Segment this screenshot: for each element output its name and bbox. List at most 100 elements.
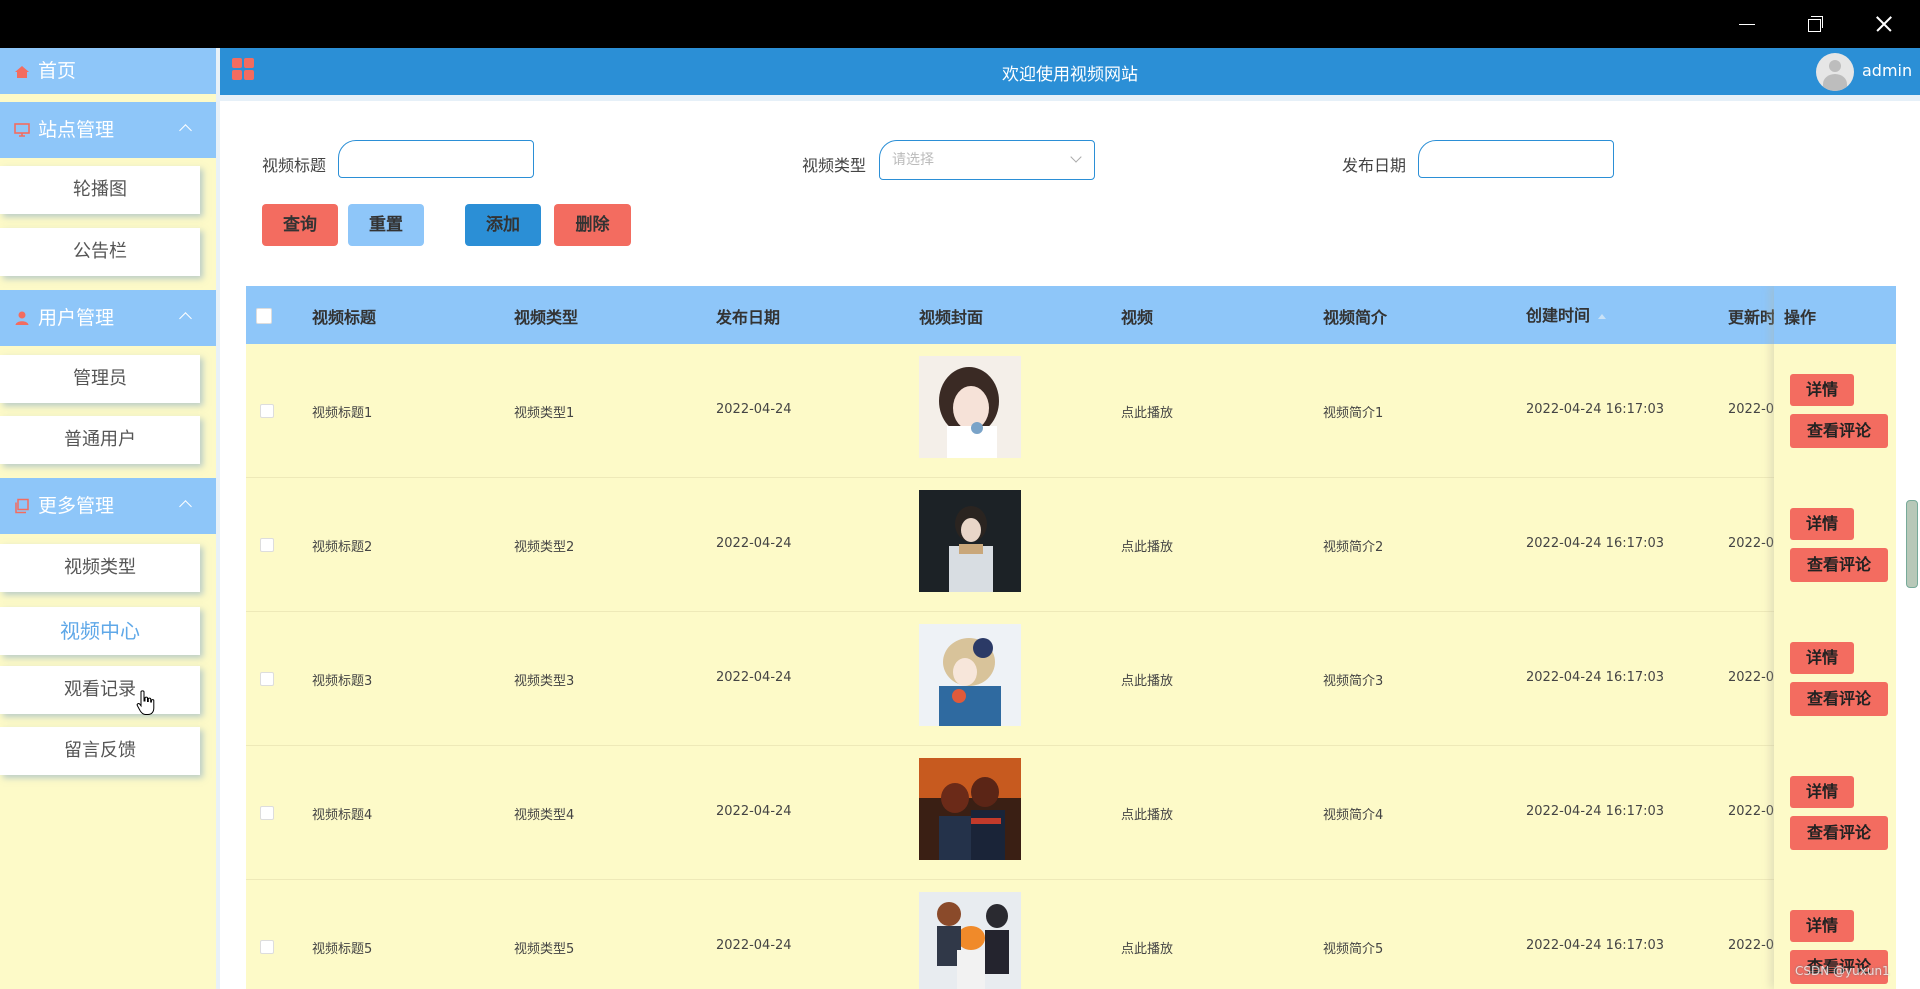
add-button[interactable]: 添加 <box>465 204 541 246</box>
cell-created: 2022-04-24 16:17:03 <box>1526 536 1665 551</box>
sidebar-divider <box>216 48 220 989</box>
video-cover-image <box>919 624 1021 726</box>
cell-date: 2022-04-24 <box>716 536 792 551</box>
cell-intro: 视频简介5 <box>1323 942 1384 957</box>
row-checkbox[interactable] <box>260 806 274 820</box>
cell-play-link[interactable]: 点此播放 <box>1121 536 1173 555</box>
sidebar-item-feedback[interactable]: 留言反馈 <box>0 727 200 775</box>
user-icon <box>15 311 29 325</box>
hand-cursor-icon <box>136 690 155 715</box>
table-row: 视频标题2 视频类型2 2022-04-24 点此播放 视频简介2 2022-04-24 … <box>246 478 1896 612</box>
sidebar-item-users[interactable]: 普通用户 <box>0 416 200 464</box>
cell-type: 视频类型5 <box>514 942 575 957</box>
cell-play-link[interactable]: 点此播放 <box>1121 938 1173 957</box>
detail-button[interactable]: 详情 <box>1790 776 1854 808</box>
cell-created: 2022-04-24 16:17:03 <box>1526 670 1665 685</box>
header-title: 欢迎使用视频网站 <box>1002 65 1138 85</box>
video-table: 视频标题 视频类型 发布日期 视频封面 视频 视频简介 创建时间 更新时 视频标… <box>246 286 1896 989</box>
sort-icon[interactable] <box>1598 314 1607 319</box>
avatar[interactable] <box>1816 53 1854 91</box>
table-row: 视频标题3 视频类型3 2022-04-24 点此播放 视频简介3 2022-04-24 … <box>246 612 1896 746</box>
row-checkbox[interactable] <box>260 538 274 552</box>
col-intro[interactable]: 视频简介 <box>1323 304 1387 328</box>
close-icon[interactable] <box>1872 12 1896 36</box>
monitor-icon <box>14 123 30 137</box>
row-checkbox[interactable] <box>260 672 274 686</box>
col-date[interactable]: 发布日期 <box>716 304 780 328</box>
date-filter-label: 发布日期 <box>1342 156 1407 175</box>
cell-play-link[interactable]: 点此播放 <box>1121 804 1173 823</box>
col-created[interactable]: 创建时间 <box>1526 302 1607 326</box>
cell-date: 2022-04-24 <box>716 938 792 953</box>
sidebar-home-label: 首页 <box>38 60 77 82</box>
sidebar-item-video-center[interactable]: 视频中心 <box>0 607 200 655</box>
chevron-up-icon <box>179 500 192 513</box>
cell-date: 2022-04-24 <box>716 670 792 685</box>
view-comments-button[interactable]: 查看评论 <box>1790 548 1888 582</box>
watermark: CSDN @yuxun1 <box>1795 964 1890 978</box>
header-username[interactable]: admin <box>1862 61 1912 80</box>
chevron-up-icon <box>179 124 192 137</box>
detail-button[interactable]: 详情 <box>1790 374 1854 406</box>
title-search-input[interactable] <box>338 140 534 178</box>
detail-button[interactable]: 详情 <box>1790 910 1854 942</box>
type-select-placeholder: 请选择 <box>892 152 934 168</box>
chevron-down-icon <box>1070 151 1082 163</box>
table-row: 视频标题4 视频类型4 2022-04-24 点此播放 视频简介4 2022-04-24 … <box>246 746 1896 880</box>
cell-intro: 视频简介1 <box>1323 406 1384 421</box>
type-select[interactable]: 请选择 <box>879 140 1095 180</box>
cell-created: 2022-04-24 16:17:03 <box>1526 804 1665 819</box>
cell-date: 2022-04-24 <box>716 402 792 417</box>
col-created-label: 创建时间 <box>1526 306 1591 325</box>
cell-play-link[interactable]: 点此播放 <box>1121 670 1173 689</box>
sidebar-item-notice[interactable]: 公告栏 <box>0 228 200 276</box>
detail-button[interactable]: 详情 <box>1790 642 1854 674</box>
cell-title: 视频标题4 <box>312 808 373 823</box>
video-cover-image <box>919 356 1021 458</box>
date-picker-input[interactable] <box>1418 140 1614 178</box>
col-operations: 操作 <box>1784 308 1817 327</box>
sidebar-item-carousel[interactable]: 轮播图 <box>0 166 200 214</box>
sidebar-item-video-types[interactable]: 视频类型 <box>0 544 200 592</box>
table-header: 视频标题 视频类型 发布日期 视频封面 视频 视频简介 创建时间 更新时 <box>246 286 1896 344</box>
query-button[interactable]: 查询 <box>262 204 338 246</box>
select-all-checkbox[interactable] <box>256 308 272 324</box>
col-title[interactable]: 视频标题 <box>312 304 376 328</box>
sidebar-group-more[interactable]: 更多管理 <box>0 478 216 534</box>
sidebar-group-site[interactable]: 站点管理 <box>0 102 216 158</box>
col-cover[interactable]: 视频封面 <box>919 304 983 328</box>
video-cover-image <box>919 892 1021 989</box>
cell-title: 视频标题5 <box>312 942 373 957</box>
view-comments-button[interactable]: 查看评论 <box>1790 682 1888 716</box>
sidebar-item-watch-history[interactable]: 观看记录 <box>0 666 200 714</box>
title-filter-label: 视频标题 <box>262 156 327 175</box>
chevron-up-icon <box>179 312 192 325</box>
reset-button[interactable]: 重置 <box>348 204 424 246</box>
detail-button[interactable]: 详情 <box>1790 508 1854 540</box>
header-shadow <box>220 95 1920 101</box>
cell-play-link[interactable]: 点此播放 <box>1121 402 1173 421</box>
minimize-icon[interactable] <box>1735 12 1759 36</box>
cell-intro: 视频简介4 <box>1323 808 1384 823</box>
row-checkbox[interactable] <box>260 404 274 418</box>
row-checkbox[interactable] <box>260 940 274 954</box>
view-comments-button[interactable]: 查看评论 <box>1790 414 1888 448</box>
sidebar-group-users[interactable]: 用户管理 <box>0 290 216 346</box>
operations-header: 操作 <box>1774 286 1896 344</box>
cell-created: 2022-04-24 16:17:03 <box>1526 402 1665 417</box>
sidebar-group-label: 更多管理 <box>38 495 115 517</box>
sidebar-item-admins[interactable]: 管理员 <box>0 355 200 403</box>
page-scrollbar[interactable] <box>1906 500 1918 588</box>
cell-type: 视频类型3 <box>514 674 575 689</box>
col-updated[interactable]: 更新时 <box>1728 304 1776 328</box>
delete-button[interactable]: 删除 <box>554 204 631 246</box>
restore-icon[interactable] <box>1803 12 1827 36</box>
col-video[interactable]: 视频 <box>1121 304 1153 328</box>
sidebar-group-label: 用户管理 <box>38 307 115 329</box>
table-row: 视频标题1 视频类型1 2022-04-24 点此播放 视频简介1 2022-04-24 … <box>246 344 1896 478</box>
sidebar-home[interactable]: 首页 <box>0 48 216 94</box>
col-type[interactable]: 视频类型 <box>514 304 578 328</box>
view-comments-button[interactable]: 查看评论 <box>1790 816 1888 850</box>
cell-title: 视频标题1 <box>312 406 373 421</box>
cell-type: 视频类型4 <box>514 808 575 823</box>
